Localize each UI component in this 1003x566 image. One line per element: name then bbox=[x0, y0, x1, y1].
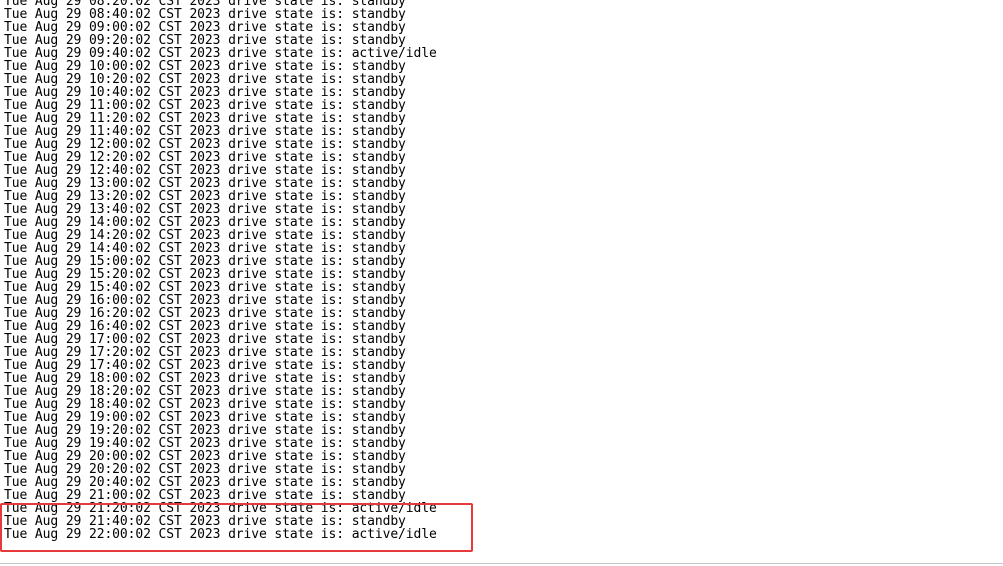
log-text-view[interactable]: Tue Aug 29 08:20:02 CST 2023 drive state… bbox=[0, 0, 1003, 563]
bottom-divider bbox=[0, 563, 1003, 564]
log-line: Tue Aug 29 22:00:02 CST 2023 drive state… bbox=[4, 527, 437, 542]
log-lines: Tue Aug 29 08:20:02 CST 2023 drive state… bbox=[4, 0, 437, 541]
